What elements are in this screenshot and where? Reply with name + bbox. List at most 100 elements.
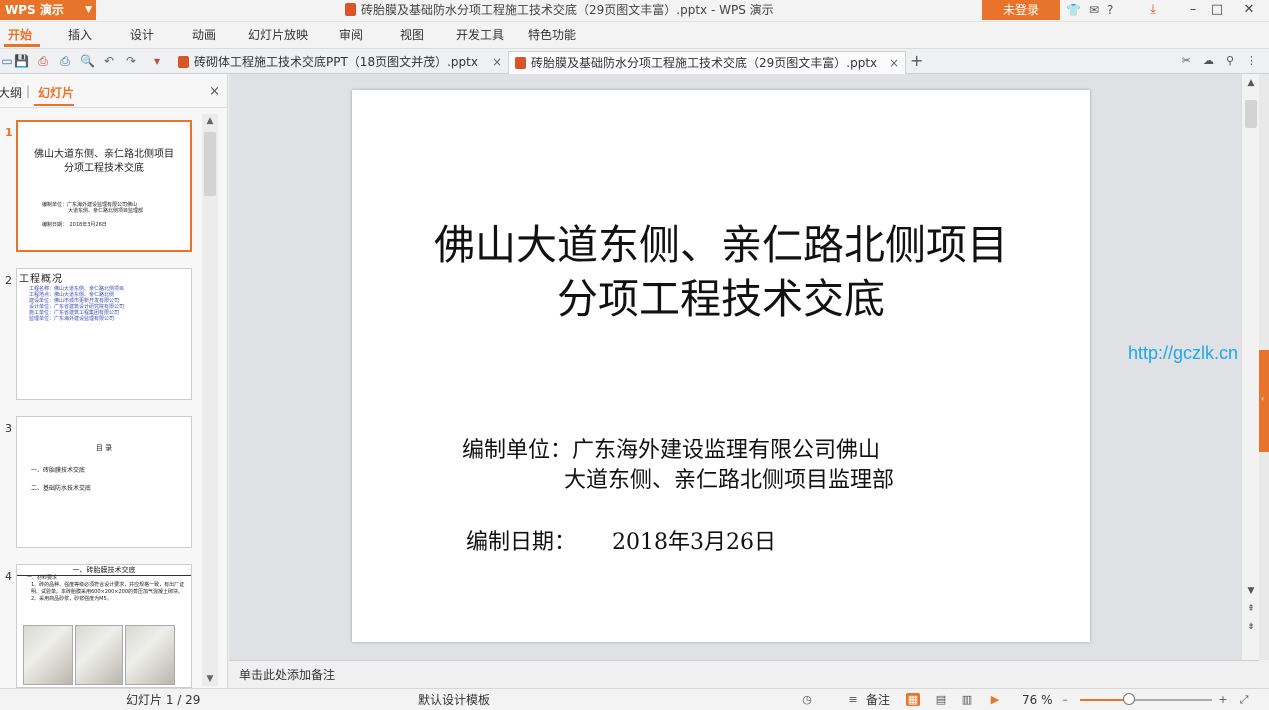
slide-thumbnail[interactable]: 目 录 一、砖胎膜技术交底 二、基础防水技术交底 [16, 416, 192, 548]
share-icon[interactable]: ⚲ [1226, 54, 1234, 67]
more-icon[interactable]: ⋮ [1246, 54, 1257, 67]
thumb-item: 一、砖胎膜技术交底 [31, 467, 86, 474]
side-handle[interactable]: ‹ [1259, 350, 1269, 452]
close-icon[interactable]: × [492, 51, 502, 73]
pptx-file-icon [345, 3, 356, 16]
print-preview-icon[interactable]: 🔍 [80, 54, 95, 68]
app-name: WPS 演示 [5, 3, 64, 17]
next-slide-icon[interactable]: ⇟ [1242, 622, 1260, 632]
skin-icon[interactable]: 👕 [1066, 3, 1081, 17]
panel-tabs: 大纲 | 幻灯片 × [0, 74, 228, 108]
panel-tab-separator: | [26, 84, 31, 98]
scroll-up-icon[interactable]: ▲ [1242, 78, 1260, 88]
tab-doc-2[interactable]: 砖胎膜及基础防水分项工程施工技术交底（29页图文丰富）.pptx × [508, 51, 906, 74]
export-pdf-icon[interactable]: ⎙ [36, 54, 50, 68]
close-icon[interactable]: × [889, 52, 899, 74]
tab-bar: ▭ 💾 ⎙ ⎙ 🔍 ↶ ↷ ▾ 砖砌体工程施工技术交底PPT（18页图文并茂）.… [0, 48, 1269, 74]
watermark: http://gczlk.cn [1128, 343, 1239, 363]
active-menu-indicator [4, 44, 40, 47]
zoom-in-icon[interactable]: + [1216, 693, 1230, 706]
feedback-icon[interactable]: ✉ [1089, 3, 1099, 17]
sorter-view-icon[interactable]: ▤ [934, 693, 948, 706]
thumb-title: 目 录 [95, 444, 113, 452]
thumb-photo [23, 625, 73, 685]
slide-editor[interactable]: 佛山大道东侧、亲仁路北侧项目 分项工程技术交底 编制单位：广东海外建设监理有限公… [352, 90, 1090, 642]
help-icon[interactable]: ? [1107, 3, 1113, 17]
reading-view-icon[interactable]: ▥ [960, 693, 974, 706]
notes-toggle[interactable]: 备注 [866, 689, 890, 710]
tab-outline[interactable]: 大纲 [0, 84, 22, 101]
menu-insert[interactable]: 插入 [68, 22, 92, 48]
pptx-file-icon [515, 57, 526, 69]
notes-icon[interactable]: ≡ [846, 693, 860, 706]
redo-icon[interactable]: ↷ [124, 54, 138, 68]
menu-developer[interactable]: 开发工具 [456, 22, 504, 48]
thumb-meta: 编制日期： 2018年3月26日 [42, 222, 107, 228]
scroll-thumb[interactable] [204, 132, 216, 196]
slide-title-line: 分项工程技术交底 [557, 275, 885, 323]
menu-slideshow[interactable]: 幻灯片放映 [248, 22, 308, 48]
cloud-icon[interactable]: ☁ [1203, 54, 1214, 67]
slide-title-line: 佛山大道东侧、亲仁路北侧项目 [434, 221, 1008, 269]
customize-toolbar-icon[interactable]: ▾ [150, 54, 164, 68]
panel-scrollbar[interactable]: ▲ ▼ [202, 114, 218, 686]
thumb-title: 工程概况 [19, 274, 63, 285]
zoom-slider-knob[interactable] [1122, 693, 1135, 705]
thumb-number: 4 [5, 570, 12, 583]
download-icon[interactable]: ⤓ [1142, 0, 1164, 20]
thumb-number: 1 [5, 126, 13, 139]
thumb-photo [125, 625, 175, 685]
template-name[interactable]: 默认设计模板 [418, 689, 490, 710]
notes-field[interactable]: 单击此处添加备注 [229, 660, 1259, 688]
scroll-up-icon[interactable]: ▲ [202, 116, 218, 126]
thumb-photo [75, 625, 123, 685]
menu-animation[interactable]: 动画 [192, 22, 216, 48]
thumb-line: 监理单位：广东海外建设监理有限公司 [29, 316, 115, 322]
scroll-down-icon[interactable]: ▼ [202, 674, 218, 684]
thumb-lines: 一、材料要求 1、砖的品种、强度等级必须符合设计要求，并应规格一致，有出厂证明、… [27, 575, 187, 603]
new-doc-icon[interactable]: ▭ [0, 54, 14, 68]
print-icon[interactable]: ⎙ [58, 54, 72, 68]
menu-special[interactable]: 特色功能 [528, 22, 576, 48]
login-button[interactable]: 未登录 [982, 0, 1060, 20]
new-tab-button[interactable]: + [910, 51, 923, 70]
play-slideshow-icon[interactable]: ▶ [988, 693, 1002, 706]
save-icon[interactable]: 💾 [14, 54, 29, 68]
scroll-thumb[interactable] [1245, 100, 1257, 128]
slide-date[interactable]: 编制日期： 2018年3月26日 [466, 524, 776, 556]
normal-view-icon[interactable]: ▦ [906, 693, 920, 706]
tool-icon[interactable]: ✂ [1182, 54, 1191, 67]
status-bar: 幻灯片 1 / 29 默认设计模板 ◷ ≡ 备注 ▦ ▤ ▥ ▶ 76 % – … [0, 688, 1269, 710]
slide-unit-line: 编制单位：广东海外建设监理有限公司佛山 [462, 438, 881, 463]
close-window-button[interactable]: ✕ [1238, 0, 1260, 20]
scroll-down-icon[interactable]: ▼ [1242, 586, 1260, 596]
fit-window-icon[interactable]: ⤢ [1237, 693, 1251, 706]
canvas-scrollbar[interactable]: ▲ ▼ ⇞ ⇟ [1241, 74, 1259, 660]
menu-bar: 开始 插入 设计 动画 幻灯片放映 审阅 视图 开发工具 特色功能 [0, 22, 1269, 48]
maximize-button[interactable]: □ [1206, 0, 1228, 20]
close-panel-icon[interactable]: × [209, 84, 220, 99]
minimize-button[interactable]: – [1182, 0, 1204, 20]
undo-icon[interactable]: ↶ [102, 54, 116, 68]
menu-view[interactable]: 视图 [400, 22, 424, 48]
tab-slides[interactable]: 幻灯片 [38, 84, 74, 101]
thumb-number: 2 [5, 274, 12, 287]
spell-check-icon[interactable]: ◷ [800, 693, 814, 706]
menu-design[interactable]: 设计 [130, 22, 154, 48]
slide-title[interactable]: 佛山大道东侧、亲仁路北侧项目 分项工程技术交底 [352, 218, 1090, 326]
menu-review[interactable]: 审阅 [339, 22, 363, 48]
zoom-slider[interactable] [1080, 699, 1212, 701]
window-title-text: 砖胎膜及基础防水分项工程施工技术交底（29页图文丰富）.pptx - WPS 演… [361, 3, 774, 17]
thumb-line: 1、砖的品种、强度等级必须符合设计要求，并应规格一致，有出厂证明、试验单。本砖胎… [31, 582, 185, 595]
slide-thumbnail[interactable]: 一、砖胎膜技术交底 一、材料要求 1、砖的品种、强度等级必须符合设计要求，并应规… [16, 564, 192, 688]
prev-slide-icon[interactable]: ⇞ [1242, 604, 1260, 614]
tab-doc-1[interactable]: 砖砌体工程施工技术交底PPT（18页图文并茂）.pptx × [172, 51, 508, 74]
slide-thumbnail[interactable]: 佛山大道东侧、亲仁路北侧项目分项工程技术交底 编制单位：广东海外建设监理有限公司… [16, 120, 192, 252]
zoom-out-icon[interactable]: – [1058, 693, 1072, 706]
app-menu-button[interactable]: WPS 演示 ▼ [0, 0, 96, 20]
slide-panel: 大纲 | 幻灯片 × 1 佛山大道东侧、亲仁路北侧项目分项工程技术交底 编制单位… [0, 74, 228, 688]
thumb-lines: 工程名称：佛山大道东侧、亲仁路北侧项目 工程地点：佛山大道东侧、亲仁路北侧 建设… [29, 286, 124, 322]
slide-unit[interactable]: 编制单位：广东海外建设监理有限公司佛山 大道东侧、亲仁路北侧项目监理部 [462, 436, 894, 496]
slide-thumbnail[interactable]: 工程概况 工程名称：佛山大道东侧、亲仁路北侧项目 工程地点：佛山大道东侧、亲仁路… [16, 268, 192, 400]
active-panel-indicator [34, 104, 74, 106]
